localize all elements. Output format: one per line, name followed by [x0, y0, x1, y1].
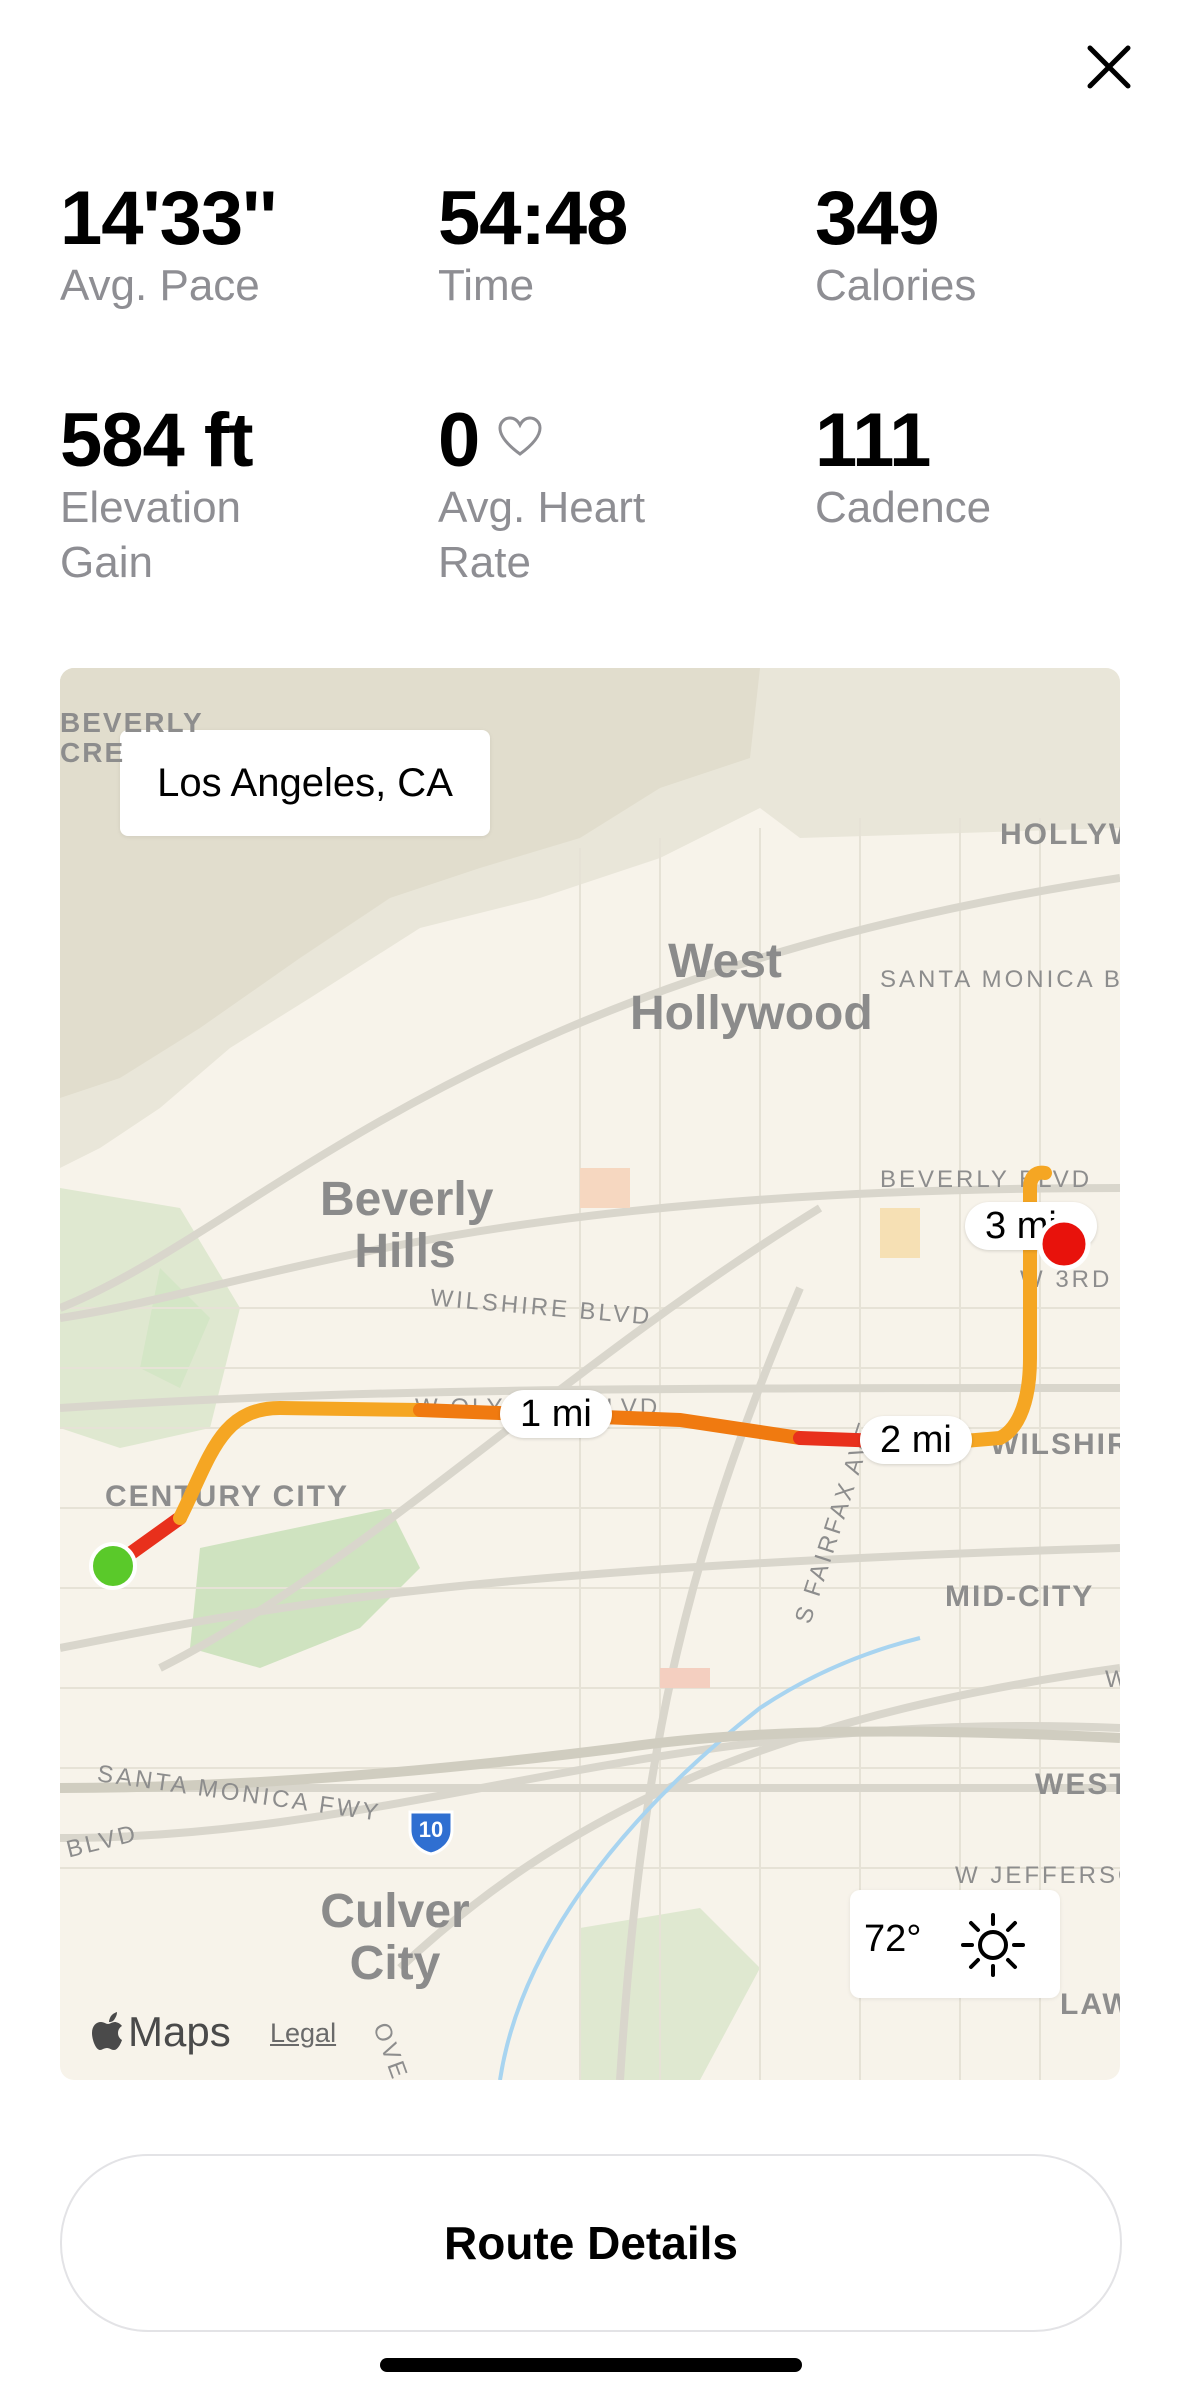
- stat-value: 14'33'': [60, 176, 277, 261]
- mile-marker: 1 mi: [500, 1390, 612, 1438]
- close-button[interactable]: [1078, 36, 1140, 98]
- stat-label: Cadence: [815, 483, 992, 532]
- stat-value: 0: [438, 398, 480, 483]
- stat-label: Elevation Gain: [60, 483, 242, 587]
- route-end-marker: [1037, 1217, 1091, 1271]
- maps-brand-label: Maps: [128, 2008, 231, 2055]
- stat-value: 349: [815, 176, 940, 261]
- stat-cadence: 111 Cadence: [815, 398, 1175, 535]
- weather-widget: 72°: [850, 1890, 1060, 1998]
- route-line: [89, 1165, 1052, 1590]
- stat-elevation-gain: 584 ft Elevation Gain: [60, 398, 340, 590]
- stat-time: 54:48 Time: [438, 176, 798, 313]
- stat-value: 111: [815, 398, 931, 483]
- apple-icon: [92, 2012, 122, 2050]
- weather-temperature: 72°: [864, 1918, 922, 1960]
- heart-icon: [498, 416, 542, 456]
- close-icon: [1087, 45, 1131, 89]
- legal-link[interactable]: Legal: [270, 2018, 336, 2049]
- home-indicator[interactable]: [380, 2358, 802, 2372]
- stat-calories: 349 Calories: [815, 176, 1175, 313]
- stat-label: Avg. Heart Rate: [438, 483, 646, 587]
- stat-label: Avg. Pace: [60, 261, 260, 310]
- stat-label: Time: [438, 261, 535, 310]
- stat-label: Calories: [815, 261, 977, 310]
- sun-icon: [961, 1913, 1025, 1977]
- route-start-marker: [89, 1542, 137, 1590]
- route-details-button[interactable]: Route Details: [60, 2154, 1122, 2332]
- mile-marker: 2 mi: [860, 1416, 972, 1464]
- stat-value: 54:48: [438, 176, 628, 261]
- route-map[interactable]: Los Angeles, CA West Hollywood Beverly H…: [60, 668, 1120, 2080]
- stat-avg-pace: 14'33'' Avg. Pace: [60, 176, 420, 313]
- stat-value: 584 ft: [60, 398, 254, 483]
- stat-avg-heart-rate: 0 Avg. Heart Rate: [438, 398, 718, 590]
- apple-maps-logo: Maps: [90, 2008, 231, 2056]
